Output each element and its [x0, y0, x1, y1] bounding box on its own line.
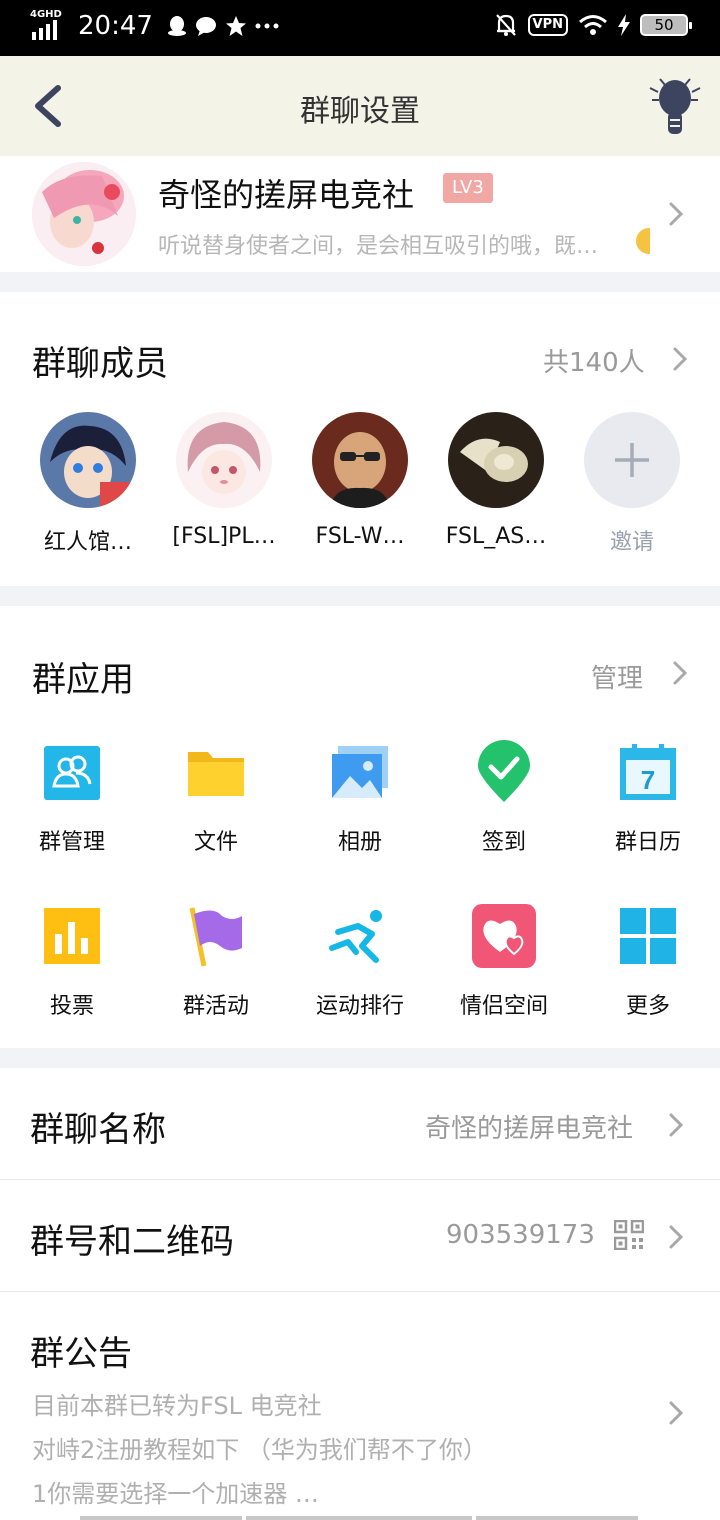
app-label: 相册: [337, 830, 382, 855]
charging-icon: [618, 14, 630, 36]
apps-title: 群应用: [32, 660, 134, 700]
manage-link[interactable]: 管理: [591, 658, 643, 695]
member-count[interactable]: 共140人: [543, 342, 645, 379]
member-name: 红人馆…: [43, 530, 132, 555]
app-label: 文件: [193, 830, 238, 855]
cellular-signal-icon: 4GHD: [30, 10, 66, 42]
calendar-day: 7: [641, 765, 655, 795]
member-name: FSL_AS…: [445, 524, 547, 549]
star-icon: [225, 16, 246, 36]
bell-off-icon: [495, 14, 516, 36]
notice-title: 群公告: [30, 1334, 132, 1374]
group-level-badge: LV3: [443, 173, 493, 203]
battery-indicator: 50: [640, 14, 692, 36]
app-album[interactable]: 相册: [295, 740, 425, 856]
vote-chart-icon: [44, 908, 100, 964]
notice-line: 目前本群已转为FSL 电竞社: [32, 1392, 322, 1420]
group-description: 听说替身使者之间，是会相互吸引的哦，既…: [158, 234, 599, 259]
member-item[interactable]: FSL-W…: [292, 412, 428, 549]
app-label: 情侣空间: [459, 994, 548, 1019]
app-calendar[interactable]: 7 群日历: [583, 740, 713, 856]
members-title: 群聊成员: [32, 344, 168, 384]
photo-album-icon: [332, 746, 388, 798]
more-dots-icon: [255, 23, 279, 29]
add-plus-icon: [584, 412, 680, 508]
invite-button[interactable]: 邀请: [564, 412, 700, 556]
app-label: 更多: [625, 994, 670, 1019]
vpn-indicator: VPN: [527, 14, 568, 36]
chevron-right-icon: [669, 1225, 684, 1249]
member-name: FSL-W…: [315, 524, 405, 549]
app-label: 签到: [481, 830, 526, 855]
group-manage-icon: [44, 746, 100, 800]
chevron-right-icon[interactable]: [670, 344, 690, 374]
group-name-value: 奇怪的搓屏电竞社: [425, 1114, 634, 1144]
running-icon: [329, 910, 382, 963]
group-name-title: 群聊名称: [30, 1110, 166, 1150]
status-time: 20:47: [78, 11, 153, 41]
calendar-icon: 7: [620, 744, 676, 800]
hearts-icon: [472, 904, 536, 968]
app-more[interactable]: 更多: [583, 904, 713, 1020]
member-avatar: [40, 412, 136, 508]
check-in-icon: [478, 740, 530, 802]
member-avatar: [312, 412, 408, 508]
app-couple-space[interactable]: 情侣空间: [439, 904, 569, 1020]
lightbulb-icon[interactable]: [646, 74, 704, 138]
folder-icon: [188, 752, 244, 796]
scroll-indicator: [80, 1516, 638, 1520]
app-label: 群活动: [182, 994, 249, 1019]
member-avatar: [176, 412, 272, 508]
chevron-right-icon: [669, 202, 684, 226]
app-label: 群日历: [614, 830, 681, 855]
notice-line: 1你需要选择一个加速器 …: [32, 1480, 319, 1508]
group-apps-section: 群应用 管理 群管理 文件 相册 签到 7 群日历 投票 群活动 运动排行 情侣…: [0, 606, 720, 1048]
app-checkin[interactable]: 签到: [439, 740, 569, 856]
group-profile-card[interactable]: 奇怪的搓屏电竞社 LV3 听说替身使者之间，是会相互吸引的哦，既…: [0, 156, 720, 272]
app-sports-ranking[interactable]: 运动排行: [295, 904, 425, 1020]
status-bar: 4GHD 20:47 VPN 50: [0, 0, 720, 56]
notice-line: 对峙2注册教程如下 （华为我们帮不了你）: [32, 1436, 487, 1464]
page-title: 群聊设置: [300, 94, 420, 129]
group-notice-row[interactable]: 群公告 目前本群已转为FSL 电竞社 对峙2注册教程如下 （华为我们帮不了你） …: [0, 1292, 720, 1520]
app-group-manage[interactable]: 群管理: [7, 740, 137, 856]
app-vote[interactable]: 投票: [7, 904, 137, 1020]
member-avatar: [448, 412, 544, 508]
chevron-right-icon: [669, 1113, 684, 1137]
group-id-value: 903539173: [446, 1220, 595, 1250]
chat-bubble-icon: [195, 17, 216, 36]
members-section: 群聊成员 共140人 红人馆… [FSL]PL… FSL-W… FSL_AS… …: [0, 292, 720, 586]
flag-icon: [189, 907, 242, 967]
network-type: 4GHD: [30, 9, 62, 20]
chevron-right-icon: [669, 1401, 684, 1425]
member-item[interactable]: 红人馆…: [20, 412, 156, 556]
group-id-title: 群号和二维码: [30, 1222, 234, 1262]
qr-code-icon: [614, 1220, 644, 1250]
app-label: 群管理: [38, 830, 105, 855]
wifi-icon: [579, 15, 607, 35]
app-activity[interactable]: 群活动: [151, 904, 281, 1020]
app-files[interactable]: 文件: [151, 740, 281, 856]
app-label: 运动排行: [315, 994, 404, 1019]
grid-more-icon: [620, 908, 676, 964]
group-name-row[interactable]: 群聊名称 奇怪的搓屏电竞社: [0, 1068, 720, 1180]
battery-level: 50: [654, 16, 674, 34]
member-name: [FSL]PL…: [172, 524, 276, 549]
group-avatar: [32, 162, 136, 266]
group-id-qr-row[interactable]: 群号和二维码 903539173: [0, 1180, 720, 1292]
chevron-right-icon[interactable]: [670, 658, 690, 688]
member-item[interactable]: [FSL]PL…: [156, 412, 292, 549]
member-item[interactable]: FSL_AS…: [428, 412, 564, 549]
qq-penguin-icon: [167, 16, 186, 36]
group-name: 奇怪的搓屏电竞社: [158, 176, 415, 214]
app-label: 投票: [49, 994, 94, 1019]
nav-bar: 群聊设置: [0, 56, 720, 156]
invite-label: 邀请: [609, 530, 654, 555]
